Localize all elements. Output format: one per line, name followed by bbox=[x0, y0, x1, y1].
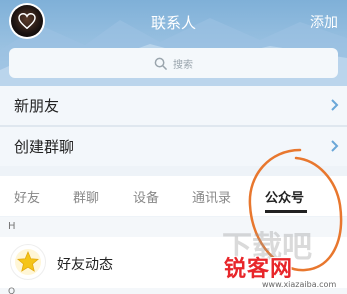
chevron-right-icon bbox=[331, 140, 339, 152]
watermark-brand: 锐客网 bbox=[224, 257, 294, 282]
new-friend-row[interactable]: 新朋友 bbox=[0, 86, 347, 125]
active-tab-indicator bbox=[265, 210, 307, 213]
tab-devices[interactable]: 设备 bbox=[133, 187, 159, 206]
friend-feed-label: 好友动态 bbox=[57, 257, 113, 273]
tab-address-book[interactable]: 通讯录 bbox=[192, 187, 231, 206]
tab-friends[interactable]: 好友 bbox=[14, 187, 40, 206]
search-placeholder: 搜索 bbox=[173, 59, 193, 71]
search-input[interactable]: 搜索 bbox=[9, 48, 338, 78]
new-friend-label: 新朋友 bbox=[14, 97, 60, 115]
create-group-label: 创建群聊 bbox=[14, 138, 75, 156]
create-group-row[interactable]: 创建群聊 bbox=[0, 127, 347, 166]
star-icon bbox=[10, 244, 46, 280]
chevron-right-icon bbox=[331, 99, 339, 111]
add-button[interactable]: 添加 bbox=[310, 12, 338, 32]
tab-official-accounts[interactable]: 公众号 bbox=[265, 187, 304, 206]
watermark-url: www.xiazaiba.com bbox=[262, 280, 337, 289]
page-title: 联系人 bbox=[150, 14, 196, 32]
search-icon bbox=[154, 57, 167, 70]
tab-groups[interactable]: 群聊 bbox=[73, 187, 99, 206]
